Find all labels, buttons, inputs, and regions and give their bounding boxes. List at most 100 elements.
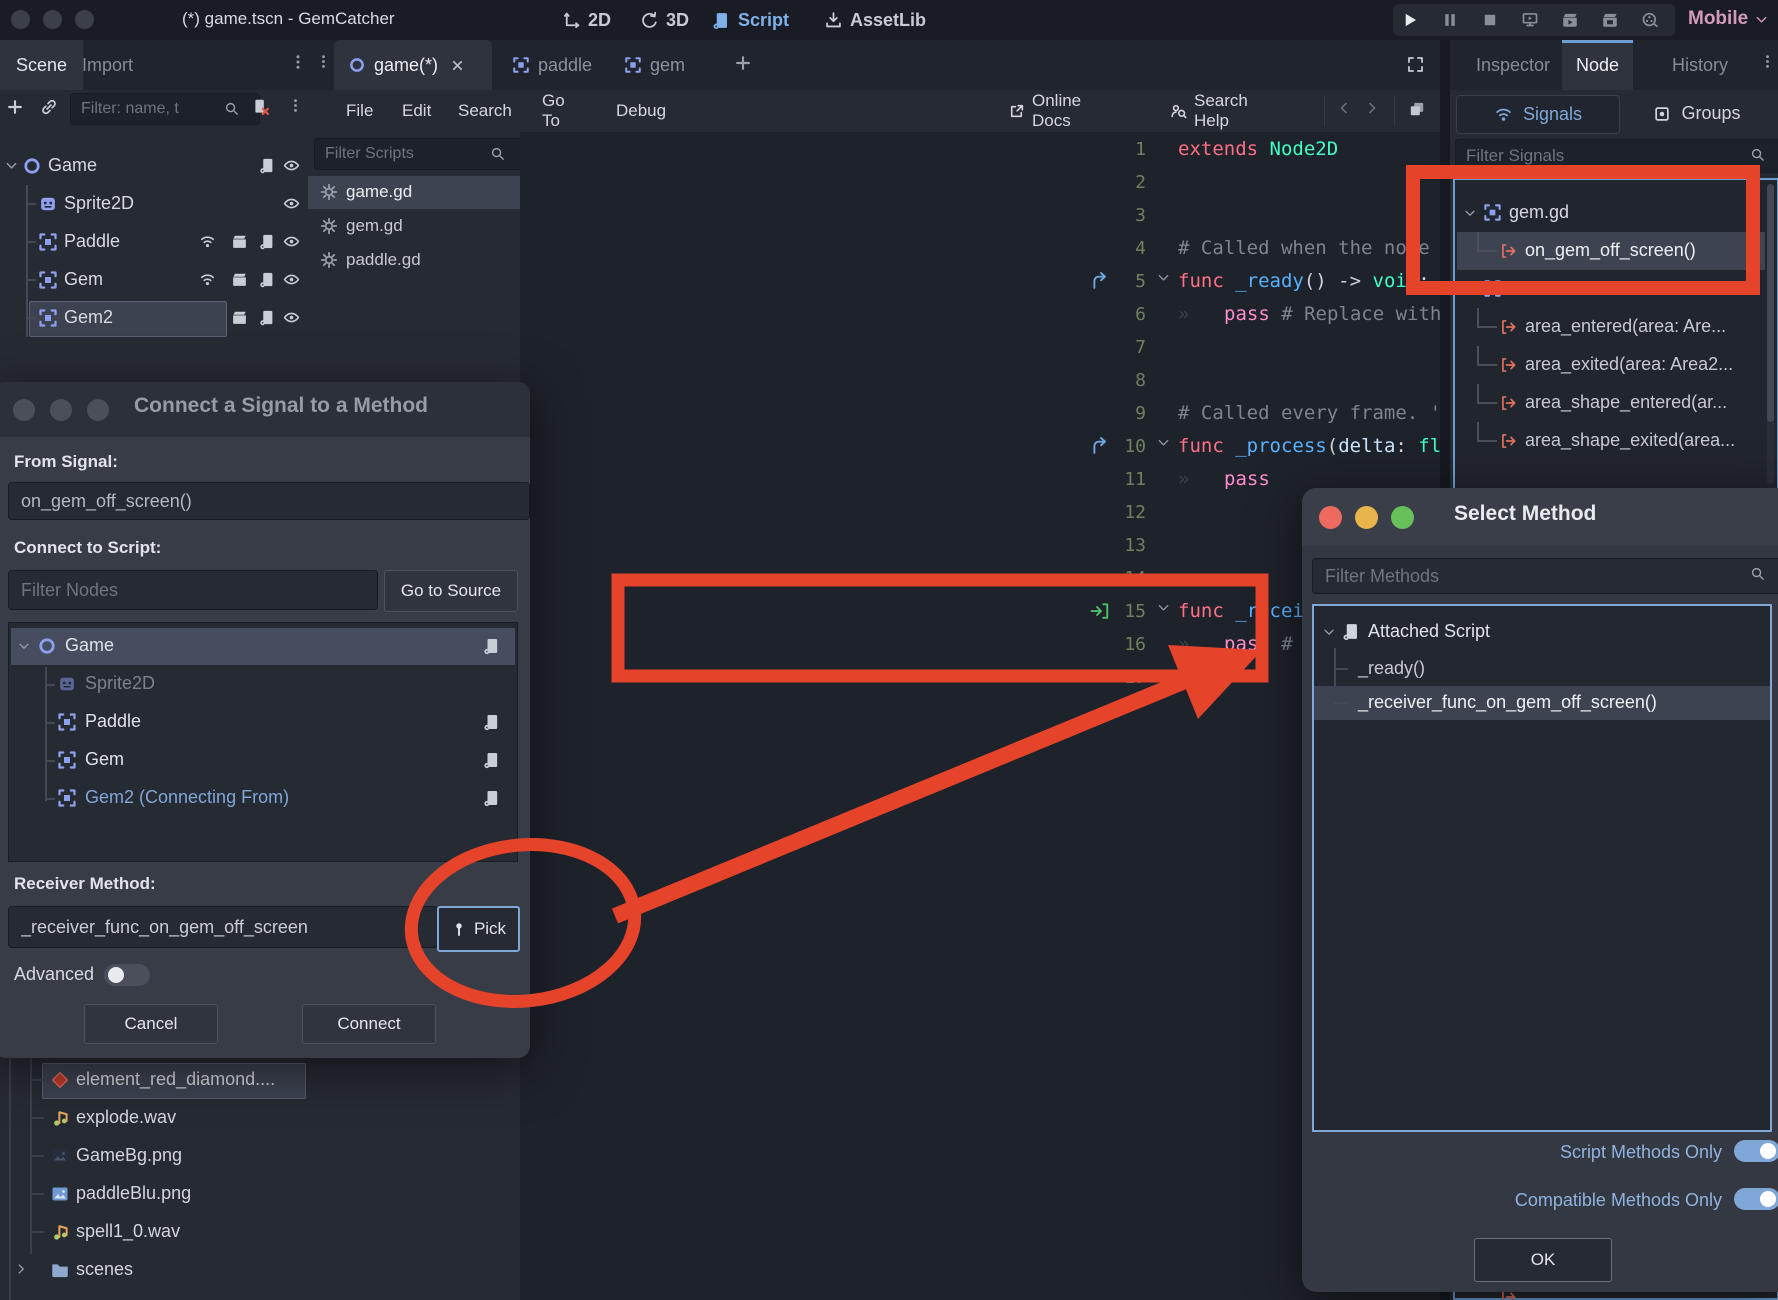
search-help-button[interactable]: Search Help [1170, 90, 1248, 132]
chevron-down-icon[interactable] [1463, 206, 1477, 220]
method-item--receiver-func-on-gem-off-screen-[interactable]: _receiver_func_on_gem_off_screen() [1314, 686, 1770, 720]
signal-group-area2d[interactable]: Area2D [1455, 270, 1777, 308]
dialog-minimize-button[interactable] [50, 399, 72, 421]
instance-scene-button[interactable] [40, 98, 58, 124]
connect-tree-item-sprite2d[interactable]: Sprite2D [9, 666, 517, 703]
chevron-down-icon[interactable] [1322, 625, 1336, 639]
moviefolder-button[interactable] [1601, 11, 1619, 29]
from-signal-field[interactable] [8, 482, 530, 520]
script-icon[interactable] [259, 157, 276, 174]
chevron-down-icon[interactable] [17, 639, 31, 653]
go-to-source-button[interactable]: Go to Source [384, 570, 518, 612]
method-item--ready-[interactable]: _ready() [1314, 652, 1770, 686]
advanced-toggle[interactable] [104, 964, 150, 986]
file-item-paddleblu-png[interactable]: paddleBlu.png [0, 1175, 308, 1213]
dock-menu-icon[interactable] [1760, 54, 1775, 69]
fold-chevron-icon[interactable] [1156, 270, 1171, 285]
script-item-game-gd[interactable]: game.gd [308, 176, 520, 209]
scene-tree-item-paddle[interactable]: Paddle [0, 223, 308, 261]
scene-tree-item-sprite2d[interactable]: Sprite2D [0, 185, 308, 223]
signal-filter-input[interactable] [1455, 139, 1778, 173]
dock-tab-history[interactable]: History [1658, 40, 1742, 90]
expand-editor-icon[interactable] [1406, 55, 1426, 75]
fold-chevron-icon[interactable] [1156, 600, 1171, 615]
clapper-icon[interactable] [231, 271, 248, 288]
menu-file[interactable]: File [346, 90, 373, 132]
window-zoom-button[interactable] [75, 10, 94, 29]
eye-icon[interactable] [283, 195, 300, 212]
new-tab-button[interactable] [734, 54, 752, 72]
pick-button[interactable]: Pick [437, 906, 520, 952]
dock-tab-node[interactable]: Node [1562, 40, 1633, 90]
connect-tree-item-gem[interactable]: Gem [9, 742, 517, 779]
signal-item-on-gem-off-screen-[interactable]: on_gem_off_screen() [1455, 232, 1777, 270]
connect-tree-item-game[interactable]: Game [9, 628, 517, 665]
scene-tab-game[interactable]: game(*) [334, 40, 492, 90]
signal-item-area-exited-area-area2-[interactable]: area_exited(area: Area2... [1455, 346, 1777, 384]
scrollbar-thumb[interactable] [1767, 184, 1774, 422]
script-icon[interactable] [259, 271, 276, 288]
close-icon[interactable] [450, 58, 465, 73]
scene-tree-item-gem[interactable]: Gem [0, 261, 308, 299]
pause-button[interactable] [1441, 11, 1459, 29]
connect-tree-item-gem2-connecting-from-[interactable]: Gem2 (Connecting From) [9, 780, 517, 817]
menu-debug[interactable]: Debug [616, 90, 666, 132]
eye-icon[interactable] [283, 157, 300, 174]
dialog-zoom-button[interactable] [87, 399, 109, 421]
fold-chevron-icon[interactable] [1156, 435, 1171, 450]
connect-button[interactable]: Connect [302, 1004, 436, 1044]
signal-icon[interactable] [199, 233, 216, 250]
clapper-icon[interactable] [231, 309, 248, 326]
chevron-down-icon[interactable] [1463, 282, 1477, 296]
scene-tree-item-game[interactable]: Game [0, 147, 308, 185]
reel-button[interactable] [1641, 11, 1659, 29]
menu-edit[interactable]: Edit [402, 90, 431, 132]
scripts-panel-toggle-icon[interactable] [1408, 100, 1428, 122]
scene-dock-menu-icon[interactable] [290, 54, 307, 76]
file-item-spell1-0-wav[interactable]: spell1_0.wav [0, 1213, 308, 1251]
script-icon[interactable] [259, 309, 276, 326]
dialog-close-button[interactable] [13, 399, 35, 421]
file-item-explode-wav[interactable]: explode.wav [0, 1099, 308, 1137]
eye-icon[interactable] [283, 309, 300, 326]
signal-group-gem-gd[interactable]: gem.gd [1455, 194, 1777, 232]
dialog-close-button[interactable] [1319, 506, 1342, 529]
compatible-methods-only-toggle[interactable] [1734, 1188, 1778, 1210]
history-forward-button[interactable] [1364, 100, 1382, 122]
script-icon[interactable] [259, 233, 276, 250]
file-item-element-red-diamond-[interactable]: element_red_diamond.... [0, 1061, 308, 1099]
eye-icon[interactable] [283, 233, 300, 250]
remote-button[interactable] [1521, 11, 1539, 29]
movieplay-button[interactable] [1561, 11, 1579, 29]
dialog-zoom-button[interactable] [1391, 506, 1414, 529]
window-close-button[interactable] [11, 10, 30, 29]
dialog-minimize-button[interactable] [1355, 506, 1378, 529]
signals-tab-button[interactable]: Signals [1456, 95, 1620, 134]
dock-tab-import[interactable]: Import [66, 40, 149, 90]
connect-tree-item-paddle[interactable]: Paddle [9, 704, 517, 741]
file-item-gamebg-png[interactable]: GameBg.png [0, 1137, 308, 1175]
signal-item-area-entered-area-are-[interactable]: area_entered(area: Are... [1455, 308, 1777, 346]
cancel-button[interactable]: Cancel [84, 1004, 218, 1044]
stop-button[interactable] [1481, 11, 1499, 29]
script-icon[interactable] [483, 713, 501, 731]
scene-tab-gem[interactable]: gem [610, 40, 716, 90]
add-node-button[interactable] [6, 98, 24, 124]
script-methods-only-toggle[interactable] [1734, 1140, 1778, 1162]
workspace-tab-2d[interactable]: 2D [562, 7, 611, 33]
detach-script-icon[interactable] [252, 98, 271, 124]
script-icon[interactable] [483, 751, 501, 769]
scene-tabs-menu-icon[interactable] [316, 54, 332, 76]
script-icon[interactable] [483, 637, 501, 655]
script-icon[interactable] [483, 789, 501, 807]
groups-tab-button[interactable]: Groups [1622, 95, 1772, 132]
method-tree-root[interactable]: Attached Script [1314, 616, 1770, 648]
scene-tab-paddle[interactable]: paddle [498, 40, 604, 90]
window-minimize-button[interactable] [43, 10, 62, 29]
clapper-icon[interactable] [231, 233, 248, 250]
menu-search[interactable]: Search [458, 90, 512, 132]
scene-toolbar-menu-icon[interactable] [288, 98, 304, 124]
online-docs-button[interactable]: Online Docs [1008, 90, 1081, 132]
signal-item-area-shape-exited-area-[interactable]: area_shape_exited(area... [1455, 422, 1777, 460]
file-item-scenes[interactable]: scenes [0, 1251, 308, 1289]
